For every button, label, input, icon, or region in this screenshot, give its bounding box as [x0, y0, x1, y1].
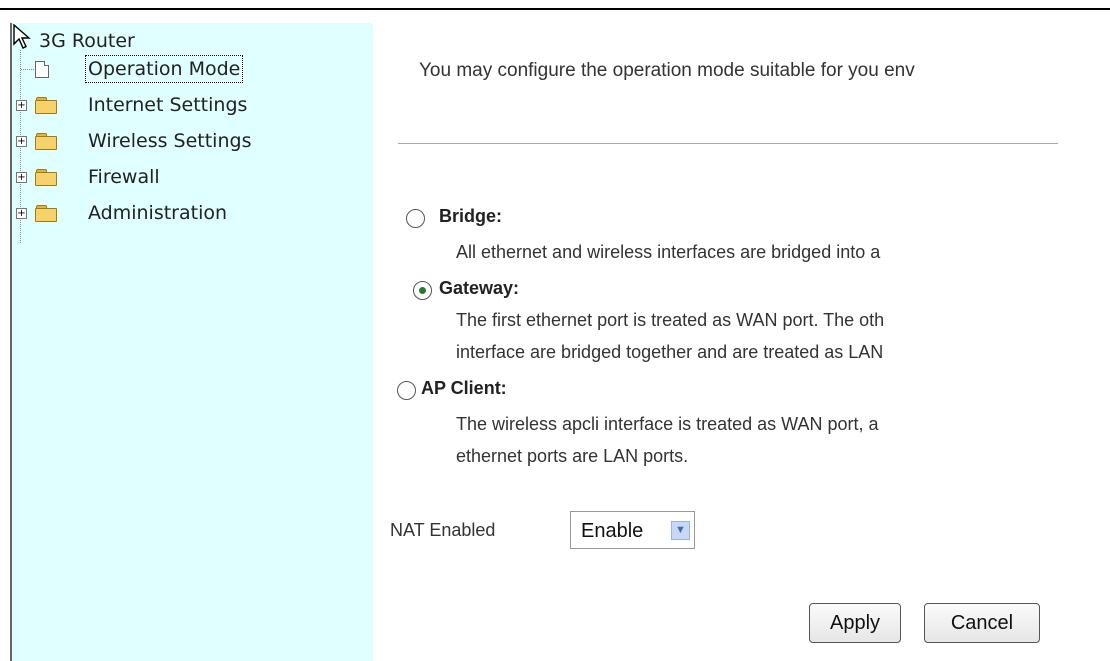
intro-text: You may configure the operation mode sui… — [419, 60, 915, 81]
mode-description: interface are bridged together and are t… — [456, 342, 884, 362]
sidebar-item-label: Wireless Settings — [88, 130, 252, 152]
ap-client-radio[interactable] — [397, 381, 416, 400]
sidebar-item-label: Administration — [88, 202, 228, 224]
sidebar — [10, 23, 373, 661]
expand-icon[interactable]: + — [16, 136, 27, 147]
nat-enabled-value: Enable — [581, 520, 644, 542]
expand-icon[interactable]: + — [16, 100, 27, 111]
tree-connector — [21, 69, 34, 70]
expand-icon[interactable]: + — [16, 172, 27, 183]
chevron-down-icon[interactable]: ▼ — [671, 521, 690, 540]
mode-label: Gateway: — [439, 278, 520, 298]
nat-enabled-label: NAT Enabled — [390, 520, 496, 540]
mode-description: The first ethernet port is treated as WA… — [456, 310, 885, 330]
mode-label: AP Client: — [421, 378, 507, 398]
sidebar-item-label: Operation Mode — [84, 55, 244, 83]
folder-icon — [35, 133, 57, 150]
mode-description: ethernet ports are LAN ports. — [456, 446, 689, 466]
folder-icon — [35, 97, 57, 114]
mode-description: The wireless apcli interface is treated … — [456, 414, 879, 434]
main-content: You may configure the operation mode sui… — [373, 23, 1110, 661]
section-divider — [398, 143, 1058, 144]
sidebar-item-label: Firewall — [88, 166, 160, 188]
folder-icon — [35, 205, 57, 222]
expand-icon[interactable]: + — [16, 208, 27, 219]
cursor-icon — [12, 23, 34, 50]
tree-root-label: 3G Router — [39, 30, 135, 52]
page-icon — [35, 61, 49, 78]
mode-description: All ethernet and wireless interfaces are… — [456, 242, 881, 262]
sidebar-item-label: Internet Settings — [88, 94, 248, 116]
gateway-radio[interactable] — [413, 281, 432, 300]
nat-enabled-select[interactable]: Enable ▼ — [570, 511, 695, 549]
bridge-radio[interactable] — [406, 209, 425, 228]
top-divider — [0, 8, 1110, 10]
mode-label: Bridge: — [439, 206, 502, 226]
folder-icon — [35, 169, 57, 186]
apply-button[interactable]: Apply — [809, 603, 901, 643]
sidebar-border — [10, 23, 12, 661]
cancel-button[interactable]: Cancel — [924, 603, 1040, 643]
